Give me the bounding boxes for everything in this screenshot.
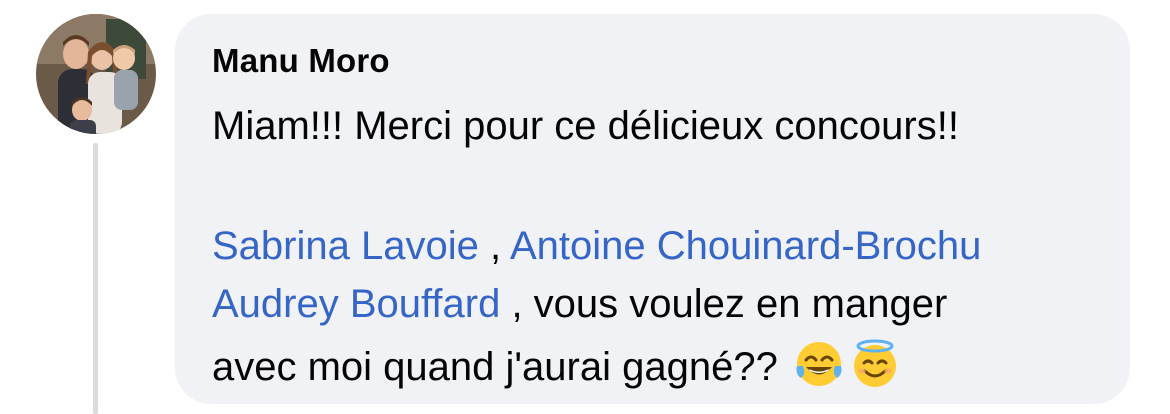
comment-row: Manu Moro Miam!!! Merci pour ce délicieu…: [0, 0, 1170, 414]
separator: ,: [478, 224, 510, 268]
avatar[interactable]: [36, 14, 156, 134]
comment-author[interactable]: Manu Moro: [212, 42, 390, 80]
comment-text: , vous voulez en manger: [500, 282, 948, 326]
comment-text-line: Miam!!! Merci pour ce délicieux concours…: [212, 104, 959, 148]
reply-thread-line: [93, 143, 98, 414]
tears-of-joy-emoji-icon: [793, 338, 845, 390]
mentions-line: Audrey Bouffard , vous voulez en manger: [212, 280, 947, 328]
mention-link[interactable]: Audrey Bouffard: [212, 282, 500, 326]
mention-link[interactable]: Antoine Chouinard-Brochu: [510, 224, 981, 268]
mentions-line: Sabrina Lavoie , Antoine Chouinard-Broch…: [212, 222, 981, 270]
profile-photo: [36, 14, 156, 134]
smiling-face-with-halo-emoji-icon: [849, 338, 901, 390]
comment-text: avec moi quand j'aurai gagné??: [212, 345, 789, 389]
comment-bubble: Manu Moro Miam!!! Merci pour ce délicieu…: [175, 14, 1130, 404]
mention-link[interactable]: Sabrina Lavoie: [212, 224, 479, 268]
comment-text-line: avec moi quand j'aurai gagné??: [212, 338, 901, 391]
